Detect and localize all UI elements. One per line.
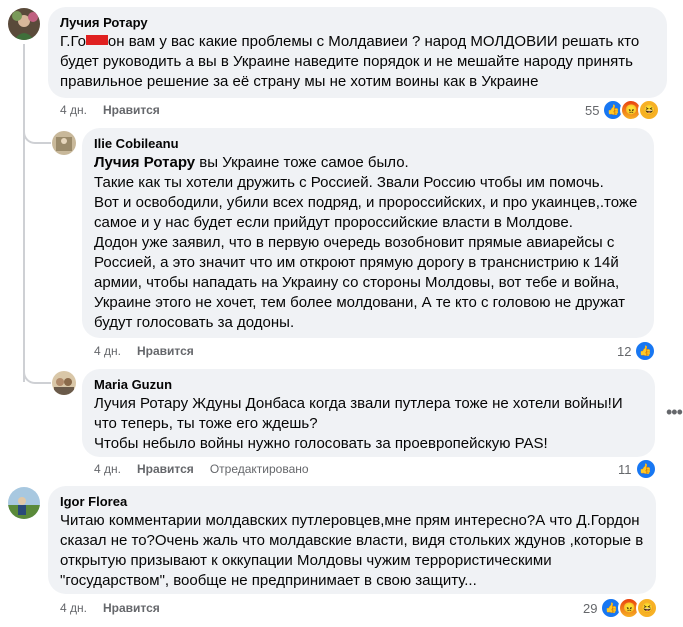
comment-meta: 4 дн. Нравится xyxy=(60,600,160,616)
thread-line xyxy=(23,44,25,382)
comment-text-part: вы Украине тоже самое было. xyxy=(195,154,409,171)
comment-text: Такие как ты хотели дружить с Россией. З… xyxy=(94,174,638,331)
comment-time[interactable]: 4 дн. xyxy=(60,600,87,616)
reaction-summary[interactable]: 29 👍 😠 😆 xyxy=(583,597,659,619)
reaction-summary[interactable]: 11 👍 xyxy=(618,458,657,480)
thread-connector xyxy=(23,360,51,384)
comment-meta: 4 дн. Нравится Отредактировано xyxy=(94,461,309,477)
comment-text: Г.Го он вам у вас какие проблемы с Молдав… xyxy=(60,32,655,92)
thread-connector xyxy=(23,118,51,144)
comment-time[interactable]: 4 дн. xyxy=(60,102,87,118)
like-button[interactable]: Нравится xyxy=(137,343,194,359)
comment-bubble: Maria Guzun Лучия Ротару Ждуны Донбаса к… xyxy=(82,369,655,457)
comment-text: Читаю комментарии молдавских путлеровцев… xyxy=(60,512,644,589)
like-button[interactable]: Нравится xyxy=(137,461,194,477)
comment-meta: 4 дн. Нравится xyxy=(94,343,194,359)
comment-author[interactable]: Ilie Cobileanu xyxy=(94,136,642,152)
comment-author[interactable]: Igor Florea xyxy=(60,494,644,510)
comment-author[interactable]: Maria Guzun xyxy=(94,377,643,393)
avatar[interactable] xyxy=(52,371,76,395)
comment-author[interactable]: Лучия Ротару xyxy=(60,15,655,31)
redaction-mark xyxy=(85,35,108,46)
reaction-summary[interactable]: 12 👍 xyxy=(617,340,657,362)
comment-bubble: Igor Florea Читаю комментарии молдавских… xyxy=(48,486,656,594)
comment-text: Лучия Ротару Ждуны Донбаса когда звали п… xyxy=(94,395,623,452)
haha-icon: 😆 xyxy=(636,597,659,619)
comment-text-part: он вам у вас какие проблемы с Молдавиеи … xyxy=(60,33,640,90)
reaction-count: 55 xyxy=(585,102,600,118)
avatar[interactable] xyxy=(8,487,40,519)
comment-bubble: Лучия Ротару Г.Го он вам у вас какие проб… xyxy=(48,7,667,98)
mention-link[interactable]: Лучия Ротару xyxy=(94,154,195,171)
comment-time[interactable]: 4 дн. xyxy=(94,343,121,359)
like-button[interactable]: Нравится xyxy=(103,600,160,616)
edited-label[interactable]: Отредактировано xyxy=(210,461,309,477)
like-icon: 👍 xyxy=(634,458,657,480)
comment-text-first: Лучия Ротару вы Украине тоже самое было. xyxy=(94,153,642,173)
reaction-summary[interactable]: 55 👍 😠 😆 xyxy=(585,99,661,121)
reaction-count: 11 xyxy=(618,461,632,477)
avatar[interactable] xyxy=(8,8,40,40)
reaction-count: 12 xyxy=(617,343,632,359)
comment-time[interactable]: 4 дн. xyxy=(94,461,121,477)
like-icon: 👍 xyxy=(634,340,657,362)
reaction-count: 29 xyxy=(583,600,598,616)
avatar[interactable] xyxy=(52,131,76,155)
like-button[interactable]: Нравится xyxy=(103,102,160,118)
haha-icon: 😆 xyxy=(638,99,661,121)
comment-bubble: Ilie Cobileanu Лучия Ротару вы Украине т… xyxy=(82,128,654,338)
comment-text-part: Г.Го xyxy=(60,33,86,50)
more-options-icon[interactable]: ••• xyxy=(666,403,683,421)
comment-meta: 4 дн. Нравится xyxy=(60,102,160,118)
